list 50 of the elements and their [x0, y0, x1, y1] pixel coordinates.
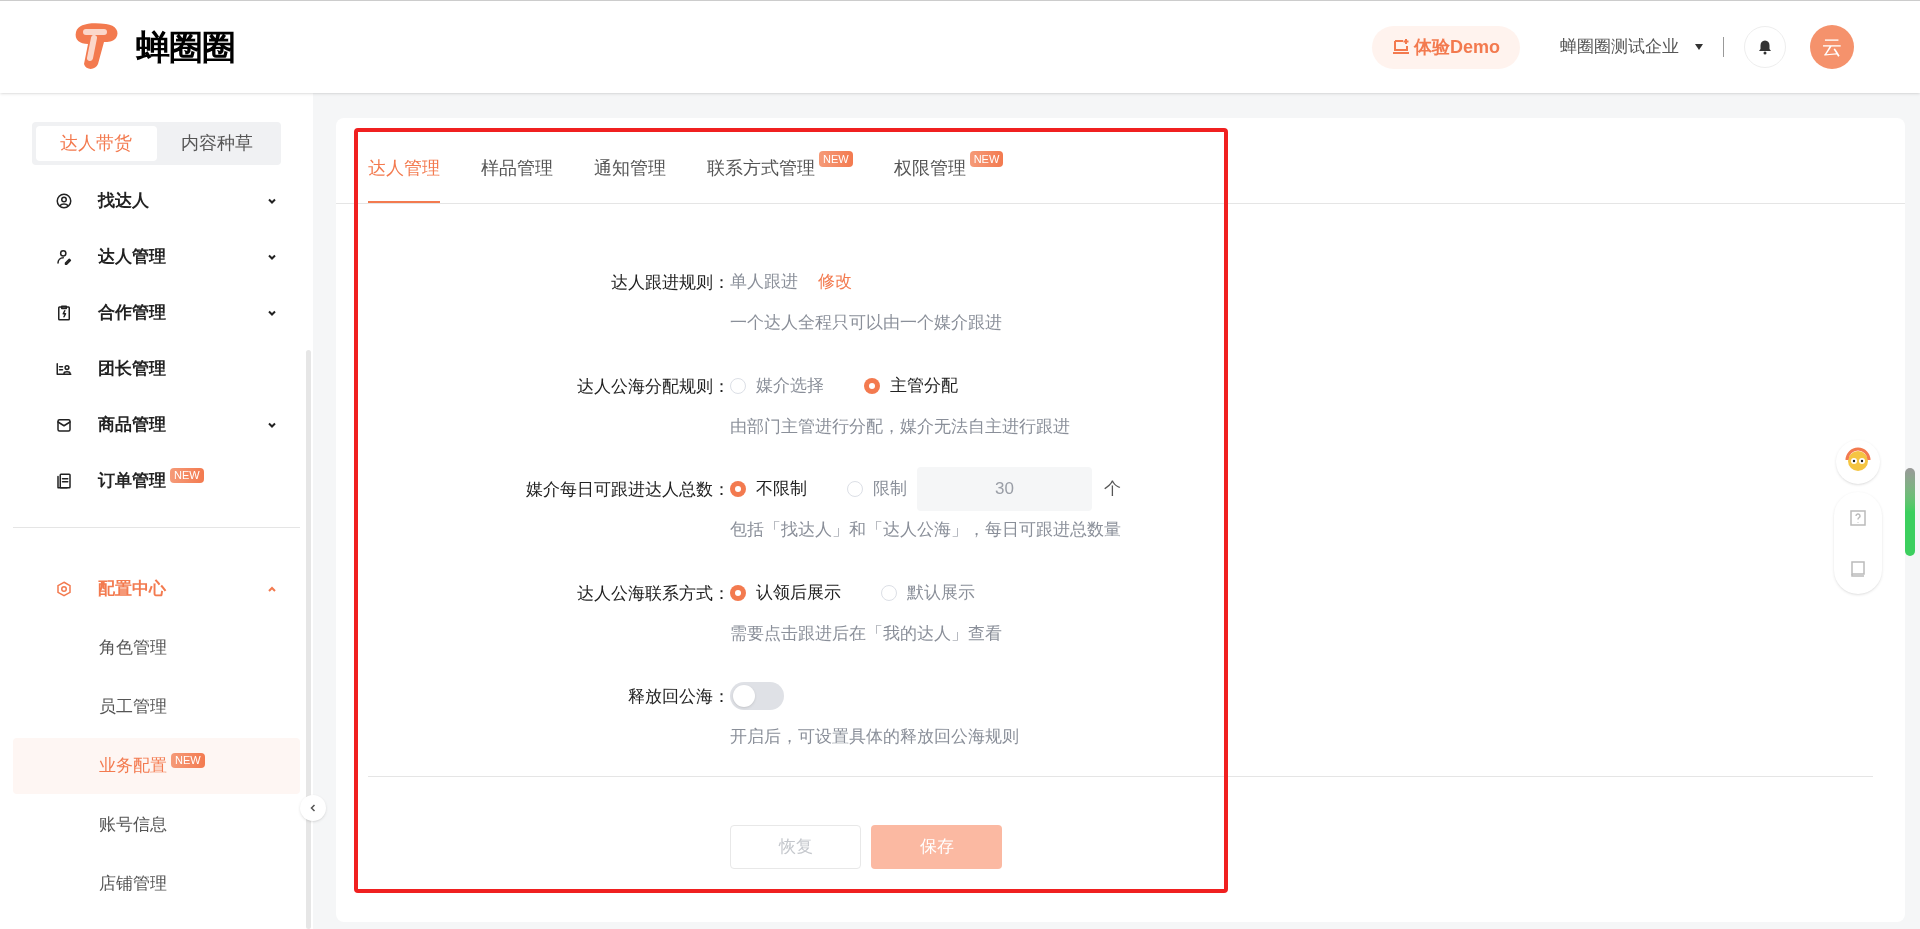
- radio-option[interactable]: 认领后展示: [730, 579, 841, 606]
- sidebar-subitem[interactable]: 账号信息: [13, 797, 300, 853]
- help-text: 一个达人全程只可以由一个媒介跟进: [730, 312, 1002, 334]
- field-value: 单人跟进: [730, 271, 798, 294]
- radio-option[interactable]: 不限制: [730, 476, 807, 502]
- tab[interactable]: 样品管理: [481, 147, 553, 203]
- logo-text: 蝉圈圈: [136, 26, 236, 68]
- company-dropdown[interactable]: 蝉圈圈测试企业: [1560, 34, 1703, 60]
- clipboard-icon: [55, 304, 73, 322]
- form-label: 释放回公海：: [628, 686, 730, 708]
- toggle-switch[interactable]: [730, 682, 784, 710]
- sidebar-subitem[interactable]: 员工管理: [13, 679, 300, 735]
- gear-icon: [55, 580, 73, 598]
- tab[interactable]: 通知管理: [594, 147, 666, 203]
- tab[interactable]: 权限管理 NEW: [893, 147, 1004, 203]
- form-label: 媒介每日可跟进达人总数：: [526, 479, 730, 501]
- radio-option[interactable]: 主管分配: [864, 372, 958, 399]
- laptop-icon: [1392, 38, 1410, 56]
- id-card-icon: [55, 360, 73, 378]
- sidebar-item[interactable]: 达人管理: [0, 229, 313, 285]
- form-label: 达人公海联系方式：: [577, 582, 730, 605]
- unit-label: 个: [1104, 478, 1121, 501]
- user-pen-icon: [55, 248, 73, 266]
- chevron-left-icon: [308, 803, 318, 813]
- document-icon: [55, 472, 73, 490]
- form-label: 达人跟进规则：: [611, 272, 730, 294]
- help-text: 由部门主管进行分配，媒介无法自主进行跟进: [730, 415, 1070, 438]
- help-text: 包括「找达人」和「达人公海」，每日可跟进总数量: [730, 519, 1121, 541]
- sidebar-subitem[interactable]: 店铺管理: [13, 856, 300, 912]
- sidebar-item[interactable]: 订单管理 NEW: [0, 453, 313, 509]
- help-icon[interactable]: [1849, 508, 1867, 527]
- form-label: 达人公海分配规则：: [577, 375, 730, 398]
- bell-icon: [1757, 39, 1773, 55]
- help-text: 开启后，可设置具体的释放回公海规则: [730, 726, 1019, 748]
- sidebar-subitem[interactable]: 角色管理: [13, 620, 300, 676]
- tab[interactable]: 联系方式管理 NEW: [707, 147, 853, 203]
- new-badge: NEW: [969, 151, 1004, 167]
- new-badge: NEW: [171, 752, 205, 768]
- new-badge: NEW: [170, 467, 204, 483]
- sidebar-item[interactable]: 团长管理: [0, 341, 313, 397]
- book-icon[interactable]: [1849, 559, 1867, 578]
- help-text: 需要点击跟进后在「我的达人」查看: [730, 622, 1002, 645]
- caret-icon: [1695, 44, 1703, 50]
- new-badge: NEW: [819, 151, 853, 167]
- sidebar-item[interactable]: 合作管理: [0, 285, 313, 341]
- user-circle-icon: [55, 192, 73, 210]
- sidebar-item[interactable]: 找达人: [0, 173, 313, 229]
- mode-tab[interactable]: 内容种草: [156, 126, 277, 161]
- collapse-button[interactable]: [300, 795, 326, 821]
- sidebar-item[interactable]: 商品管理: [0, 397, 313, 453]
